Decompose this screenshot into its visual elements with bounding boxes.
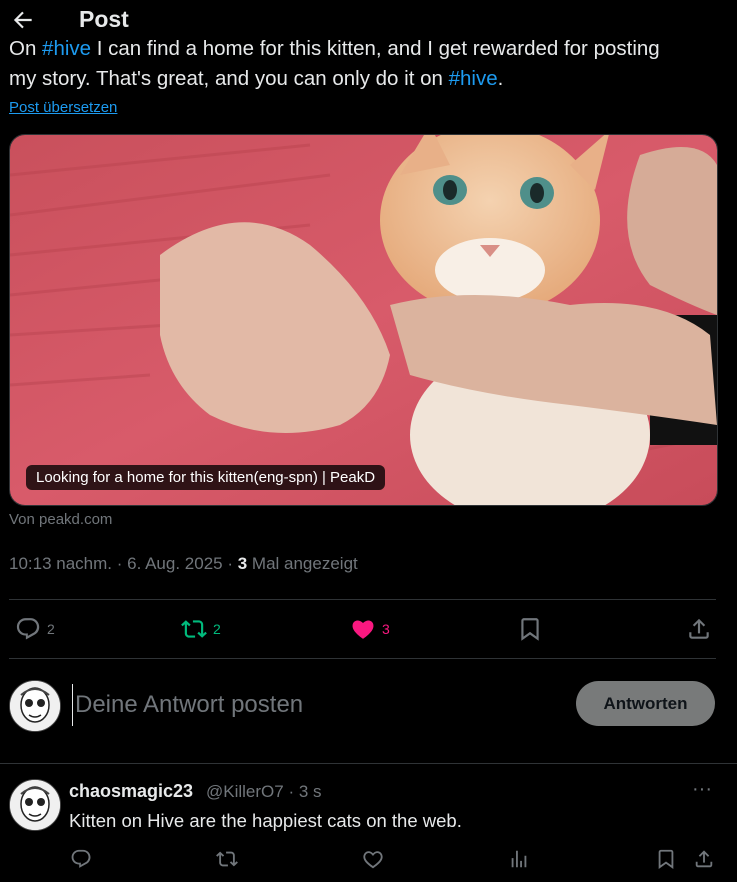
post-time[interactable]: 10:13 nachm.: [9, 554, 112, 573]
page-title: Post: [79, 6, 129, 32]
heart-icon: [363, 851, 383, 869]
comment-analytics-button[interactable]: [508, 848, 530, 875]
meta-separator: ·: [222, 554, 238, 573]
avatar[interactable]: [9, 680, 61, 732]
media-card[interactable]: Looking for a home for this kitten(eng-s…: [9, 134, 718, 506]
comment-repost-button[interactable]: [216, 848, 238, 875]
like-count: 3: [382, 621, 390, 637]
hashtag-link[interactable]: #hive: [449, 67, 498, 90]
comment-text: Kitten on Hive are the happiest cats on …: [69, 810, 462, 831]
analytics-icon: [511, 850, 527, 868]
share-icon: [695, 850, 713, 868]
media-caption: Looking for a home for this kitten(eng-s…: [26, 465, 386, 490]
kitten-photo: [10, 135, 717, 505]
post-meta: 10:13 nachm. · 6. Aug. 2025 · 3 Mal ange…: [9, 554, 358, 574]
reply-composer: Antworten: [0, 660, 737, 764]
like-button[interactable]: 3: [350, 616, 390, 642]
heart-icon: [352, 620, 374, 639]
repost-button[interactable]: 2: [181, 616, 221, 642]
more-icon[interactable]: ···: [692, 778, 712, 801]
reply-icon: [71, 849, 91, 868]
avatar-image: [10, 681, 60, 731]
meta-separator: ·: [112, 554, 128, 573]
reply-button[interactable]: 2: [15, 616, 55, 642]
divider: [9, 658, 716, 659]
comment-bookmark-button[interactable]: [655, 848, 677, 875]
comment-like-button[interactable]: [362, 848, 384, 875]
bookmark-icon: [521, 618, 539, 641]
reply-submit-button[interactable]: Antworten: [576, 681, 715, 726]
post-text-line2: my story. That's great, and you can only…: [9, 67, 449, 90]
back-arrow-icon[interactable]: [10, 7, 36, 33]
action-bar: 2 2 3: [0, 600, 737, 658]
comment-author-handle[interactable]: @KillerO7 · 3 s: [206, 782, 322, 802]
translate-link[interactable]: Post übersetzen: [9, 99, 117, 116]
share-icon: [689, 618, 709, 639]
post-text: On #hive I can find a home for this kitt…: [9, 34, 724, 94]
views-label: Mal angezeigt: [247, 554, 358, 573]
post-date[interactable]: 6. Aug. 2025: [127, 554, 222, 573]
post-text-line1-prefix: On: [9, 37, 43, 60]
bookmark-button[interactable]: [517, 616, 543, 642]
comment-author-name[interactable]: chaosmagic23: [69, 781, 193, 802]
comment-reply-button[interactable]: [70, 848, 92, 875]
reply-count: 2: [47, 621, 55, 637]
avatar[interactable]: [9, 779, 61, 831]
share-button[interactable]: [686, 616, 712, 642]
reply-icon: [16, 618, 40, 640]
top-header: Post: [0, 0, 737, 40]
source-label[interactable]: Von peakd.com: [9, 511, 112, 528]
repost-count: 2: [213, 621, 221, 637]
bookmark-icon: [658, 849, 674, 869]
reply-input[interactable]: [72, 684, 557, 726]
comment-share-button[interactable]: [693, 848, 715, 875]
hashtag-link[interactable]: #hive: [42, 37, 91, 60]
comment-item[interactable]: chaosmagic23 @KillerO7 · 3 s ··· Kitten …: [0, 764, 737, 882]
avatar-image: [10, 780, 60, 830]
views-count: 3: [237, 554, 248, 573]
repost-icon: [181, 620, 207, 638]
post-text-line2-suffix: .: [497, 67, 504, 90]
post-text-line1-rest: I can find a home for this kitten, and I…: [91, 37, 660, 60]
repost-icon: [216, 851, 238, 867]
